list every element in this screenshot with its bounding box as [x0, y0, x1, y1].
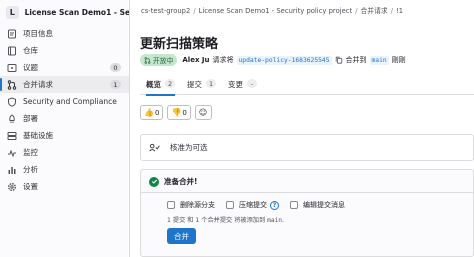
merge-button[interactable]: 合并 — [167, 228, 196, 244]
merge-request-open-icon — [144, 56, 151, 64]
project-avatar: L — [6, 5, 19, 19]
tab-count: - — [247, 79, 257, 88]
tab-count: 1 — [206, 79, 217, 88]
copy-icon[interactable] — [335, 56, 343, 64]
edit-commit-message-option[interactable]: 编辑提交消息 — [290, 200, 345, 210]
created-time: 刚刚 — [391, 56, 406, 64]
merge-requests-count-badge: 1 — [110, 80, 121, 89]
issues-icon — [7, 63, 17, 73]
squash-commits-option[interactable]: 压缩提交 ? — [226, 200, 279, 210]
repository-icon — [7, 46, 17, 56]
approval-icon — [149, 143, 160, 152]
option-label: 删除源分支 — [180, 201, 215, 209]
summary-branch: main — [267, 217, 283, 224]
breadcrumb: cs-test-group2/License Scan Demo1 - Secu… — [141, 7, 404, 15]
breadcrumb-mr-id[interactable]: !1 — [396, 7, 403, 15]
project-info-icon — [7, 29, 17, 39]
monitor-icon — [7, 148, 17, 158]
tab-changes[interactable]: 变更 - — [228, 76, 257, 95]
sidebar-item-project-info[interactable]: 项目信息 — [0, 25, 129, 42]
sidebar-item-monitor[interactable]: 监控 — [0, 144, 129, 161]
target-branch[interactable]: main — [369, 55, 389, 65]
sidebar-item-label: 监控 — [23, 148, 38, 157]
settings-icon — [7, 182, 17, 192]
merge-options: 删除源分支 压缩提交 ? 编辑提交消息 — [167, 200, 356, 210]
divider — [141, 192, 473, 193]
deploy-icon — [7, 113, 17, 124]
merge-into-text: 合并到 — [345, 56, 367, 64]
option-label: 压缩提交 — [239, 201, 267, 209]
summary-suffix: . — [282, 217, 284, 224]
thumbs-down-button[interactable]: 👎 0 — [167, 105, 191, 120]
breadcrumb-project[interactable]: License Scan Demo1 - Security policy pro… — [199, 7, 353, 15]
page-title: 更新扫描策略 — [140, 37, 219, 52]
sidebar-item-label: 合并请求 — [23, 80, 53, 89]
sidebar-item-label: 议题 — [23, 63, 38, 72]
project-header[interactable]: L License Scan Demo1 - Sec... — [0, 0, 129, 24]
tab-commits[interactable]: 提交 1 — [187, 76, 217, 95]
shield-icon — [7, 96, 17, 107]
status-badge: 开放中 — [140, 54, 178, 66]
merge-widget: 准备合并! 删除源分支 压缩提交 ? 编辑提交消息 1 提交 和 1 个合并提交… — [140, 169, 474, 257]
thumbs-up-icon: 👍 — [144, 108, 154, 117]
tab-label: 概览 — [146, 80, 161, 89]
thumbs-down-icon: 👎 — [171, 108, 182, 117]
thumbs-down-count: 0 — [182, 108, 187, 117]
reactions-bar: 👍 0 👎 0 ☺ — [140, 105, 216, 120]
tab-count: 2 — [165, 79, 176, 88]
analytics-icon — [7, 165, 17, 175]
sidebar-item-infrastructure[interactable]: 基础设施 — [0, 127, 129, 144]
add-reaction-icon: ☺ — [198, 108, 208, 117]
mr-tabs: 概览 2 提交 1 变更 - — [140, 76, 474, 96]
merge-status-text: 准备合并! — [164, 177, 198, 186]
sidebar-item-deploy[interactable]: 部署 — [0, 110, 129, 127]
approval-widget: 核准为可选 — [140, 134, 474, 161]
thumbs-up-button[interactable]: 👍 0 — [140, 105, 164, 120]
delete-source-branch-checkbox[interactable] — [167, 201, 175, 209]
project-name[interactable]: License Scan Demo1 - Sec... — [25, 8, 129, 17]
breadcrumb-merge-requests[interactable]: 合并请求 — [361, 7, 388, 15]
approval-text: 核准为可选 — [170, 143, 208, 152]
squash-commits-checkbox[interactable] — [226, 201, 234, 209]
edit-commit-message-checkbox[interactable] — [290, 201, 298, 209]
sidebar-item-label: 设置 — [23, 182, 38, 191]
source-branch[interactable]: update-policy-1683625545 — [236, 55, 332, 65]
sidebar-item-analytics[interactable]: 分析 — [0, 161, 129, 178]
summary-prefix: 1 提交 和 1 个合并提交 将被添加到 — [167, 217, 266, 224]
sidebar-item-issues[interactable]: 议题 0 — [0, 59, 129, 76]
help-icon[interactable]: ? — [270, 200, 279, 210]
sidebar-item-label: 项目信息 — [23, 29, 53, 38]
merge-status: 准备合并! — [149, 176, 197, 187]
breadcrumb-group[interactable]: cs-test-group2 — [141, 7, 190, 15]
sidebar-item-label: Security and Compliance — [23, 97, 117, 106]
option-label: 编辑提交消息 — [303, 201, 345, 209]
author-name[interactable]: Alex Ju — [182, 56, 209, 64]
sidebar-item-label: 仓库 — [23, 46, 38, 55]
sidebar: L License Scan Demo1 - Sec... 项目信息 仓库 议题… — [0, 0, 130, 257]
main-content: cs-test-group2/License Scan Demo1 - Secu… — [131, 0, 474, 257]
request-text: 请求将 — [212, 56, 234, 64]
tab-label: 提交 — [187, 80, 202, 89]
delete-source-branch-option[interactable]: 删除源分支 — [167, 200, 215, 210]
sidebar-item-merge-requests[interactable]: 合并请求 1 — [0, 76, 129, 93]
tab-label: 变更 — [228, 80, 243, 89]
merge-summary: 1 提交 和 1 个合并提交 将被添加到 main. — [167, 215, 284, 224]
issues-count-badge: 0 — [110, 63, 121, 72]
merge-request-icon — [7, 79, 17, 90]
add-reaction-button[interactable]: ☺ — [194, 105, 213, 120]
infrastructure-icon — [7, 131, 17, 141]
thumbs-up-count: 0 — [154, 108, 160, 117]
sidebar-item-label: 基础设施 — [23, 131, 53, 140]
sidebar-item-label: 分析 — [23, 165, 38, 174]
mr-meta: 开放中 Alex Ju 请求将 update-policy-1683625545… — [140, 53, 409, 67]
sidebar-item-label: 部署 — [23, 114, 38, 123]
tab-overview[interactable]: 概览 2 — [146, 76, 176, 96]
check-circle-icon — [149, 176, 159, 187]
sidebar-item-settings[interactable]: 设置 — [0, 178, 129, 195]
sidebar-item-security[interactable]: Security and Compliance — [0, 93, 129, 110]
sidebar-item-repository[interactable]: 仓库 — [0, 42, 129, 59]
status-label: 开放中 — [153, 57, 174, 65]
